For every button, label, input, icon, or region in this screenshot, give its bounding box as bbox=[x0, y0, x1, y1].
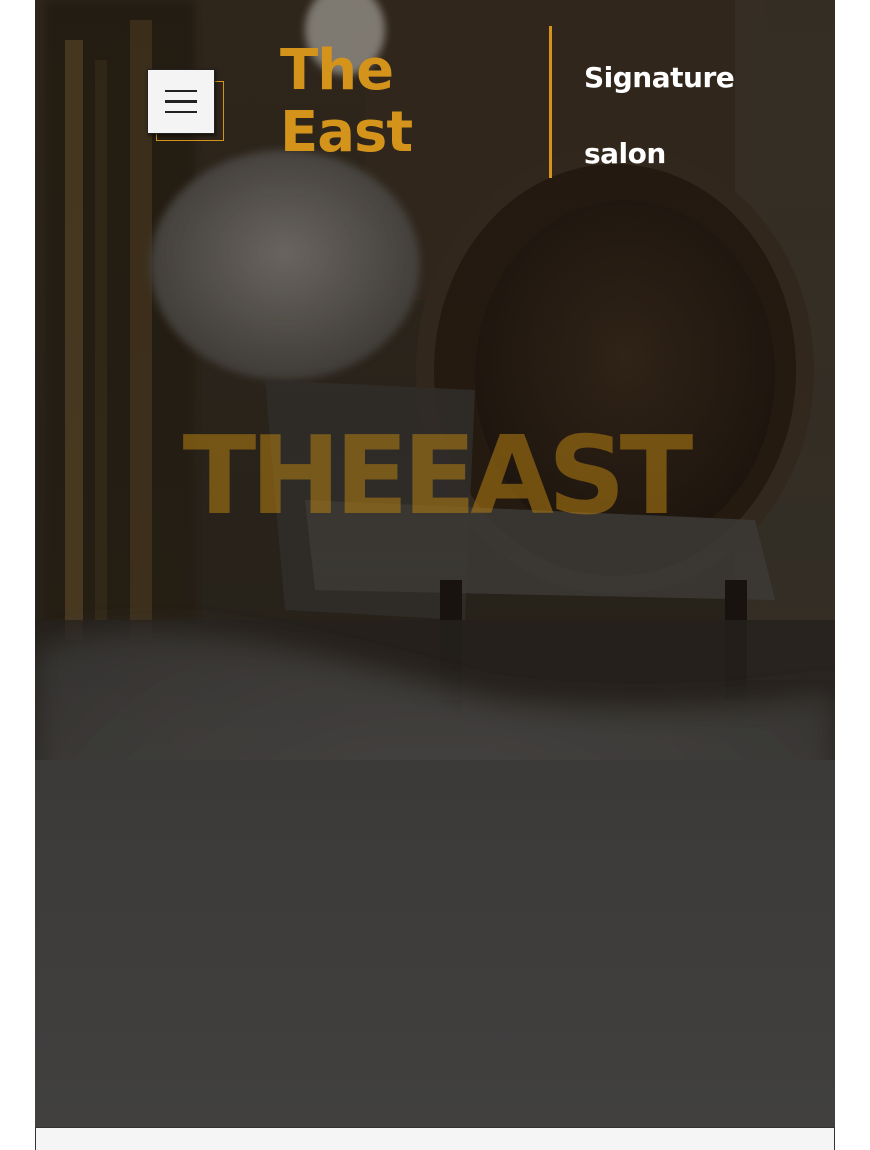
tagline-line-1: Signature bbox=[584, 61, 735, 94]
logo-line-1: The bbox=[280, 38, 394, 103]
menu-button[interactable] bbox=[147, 69, 215, 134]
tagline: Signature salon bbox=[584, 40, 824, 192]
logo-line-2: East bbox=[280, 100, 413, 165]
content-panel bbox=[35, 1127, 835, 1150]
header-divider bbox=[549, 26, 552, 178]
hamburger-menu-icon bbox=[165, 110, 197, 114]
site-logo[interactable]: The East bbox=[280, 40, 420, 170]
tagline-line-2: salon bbox=[584, 137, 666, 170]
hamburger-menu-icon bbox=[165, 89, 197, 93]
hero-title: THEEAST bbox=[182, 414, 694, 539]
hamburger-menu-icon bbox=[165, 100, 197, 103]
